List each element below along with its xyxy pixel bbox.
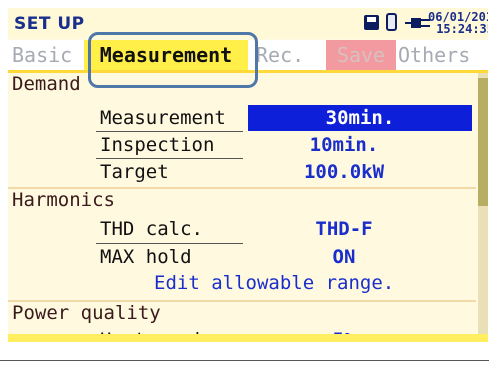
section-title-power-quality: Power quality	[12, 302, 161, 324]
row-divider	[96, 131, 243, 132]
time-text: 15:24:35	[436, 22, 488, 36]
tab-save[interactable]: Save	[326, 40, 396, 70]
sd-card-icon	[364, 15, 379, 30]
thd-calc-value[interactable]: THD-F	[244, 218, 444, 240]
datetime-display: 06/01/2014 15:24:35	[428, 11, 488, 35]
target-value[interactable]: 100.0kW	[244, 161, 444, 183]
row-label-max-hold: MAX hold	[100, 246, 192, 268]
row-label-thd-calc: THD calc.	[100, 218, 203, 240]
measurement-interval-value[interactable]: 30min.	[248, 105, 472, 131]
tab-others[interactable]: Others	[398, 40, 470, 70]
focus-highlight-frame	[88, 32, 258, 88]
max-hold-value[interactable]: ON	[244, 246, 444, 268]
tab-basic[interactable]: Basic	[12, 40, 72, 70]
row-label-inspection: Inspection	[100, 134, 215, 156]
screen-title: SET UP	[14, 14, 85, 34]
row-divider	[96, 158, 243, 159]
usb-icon	[386, 13, 397, 31]
row-divider	[96, 243, 243, 244]
section-title-harmonics: Harmonics	[12, 189, 115, 211]
edit-allowable-range-link[interactable]: Edit allowable range.	[154, 272, 394, 294]
footer-divider	[0, 360, 489, 361]
section-title-demand: Demand	[12, 73, 81, 95]
row-label-target: Target	[100, 161, 169, 183]
scrollbar-thumb[interactable]	[478, 78, 488, 206]
tab-rec[interactable]: Rec.	[256, 40, 304, 70]
settings-list: Demand Measurement 30min. Inspection 10m…	[8, 73, 476, 342]
row-label-measurement: Measurement	[100, 107, 226, 129]
inspection-interval-value[interactable]: 10min.	[244, 134, 444, 156]
bottom-status-band	[8, 334, 488, 342]
settings-screen: SET UP 06/01/2014 15:24:35 Basic Measure…	[8, 8, 488, 342]
